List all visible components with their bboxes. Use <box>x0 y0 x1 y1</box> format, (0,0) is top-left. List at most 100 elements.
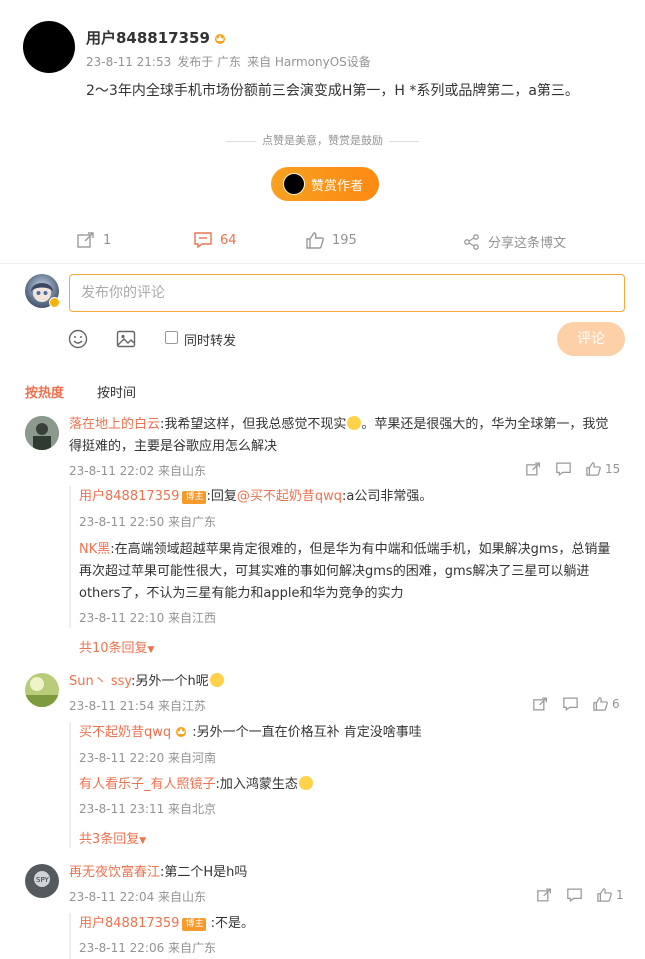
replier-name[interactable]: 用户848817359 <box>79 916 179 931</box>
sort-by-time-tab[interactable]: 按时间 <box>97 382 136 401</box>
reply-text-part: :不是。 <box>206 916 254 931</box>
replier-name[interactable]: NK黑 <box>79 542 110 557</box>
avatar[interactable] <box>25 416 59 450</box>
reply-item: 有人看乐子_有人照镜子:加入鸿蒙生态 <box>79 774 313 796</box>
laugh-emoji-icon <box>347 416 362 430</box>
reply-comment-button[interactable] <box>556 462 571 476</box>
share-label: 分享这条博文 <box>488 236 567 251</box>
avatar[interactable] <box>25 673 59 707</box>
comment-button[interactable]: 64 <box>194 232 237 248</box>
reply-item: 用户848817359 博主 :不是。 <box>79 913 254 935</box>
crown-icon <box>176 727 187 737</box>
repost-comment-button[interactable] <box>526 462 541 476</box>
comment-icon <box>556 462 571 476</box>
smile-emoji-icon <box>298 776 313 790</box>
reply-text-part: others了，不认为三星有能力和apple和华为竞争的实力 <box>79 586 404 601</box>
repost-comment-button[interactable] <box>533 697 548 711</box>
reply-text-part: :在高端领域超越苹果肯定很难的，但是华为有中端和低端手机，如果解决gms，总销量 <box>110 542 611 557</box>
comment-text-part: :另外一个h呢 <box>131 674 209 689</box>
more-replies-link[interactable]: 共10条回复▼ <box>79 637 154 656</box>
commenter-name[interactable]: 落在地上的白云 <box>69 417 160 432</box>
reply-text-part: :加入鸿蒙生态 <box>215 777 298 792</box>
post-source[interactable]: 来自 HarmonyOS设备 <box>247 55 371 69</box>
comment-input[interactable]: 发布你的评论 <box>69 274 625 312</box>
like-comment-button[interactable]: 15 <box>586 462 620 476</box>
comment-meta: 23-8-11 22:04 来自山东 <box>69 890 207 904</box>
reply-meta: 23-8-11 22:06 来自广东 <box>79 941 217 955</box>
reply-comment-button[interactable] <box>567 888 582 902</box>
repost-button[interactable]: 1 <box>77 232 111 248</box>
comment-text-part: :第二个H是h吗 <box>160 865 248 880</box>
replier-name[interactable]: 有人看乐子_有人照镜子 <box>79 777 216 792</box>
commenter-name[interactable]: Sun丶 ssy <box>69 674 131 689</box>
crown-icon <box>214 34 225 44</box>
author-badge: 博主 <box>182 491 207 504</box>
comment-text: 再无夜饮富春江:第二个H是h吗 <box>69 862 247 884</box>
emoji-icon[interactable] <box>68 329 88 349</box>
tip-label: 赞赏作者 <box>311 178 364 194</box>
author-avatar[interactable] <box>23 21 75 73</box>
tip-avatar <box>283 173 305 195</box>
comment-text: Sun丶 ssy:另外一个h呢 <box>69 671 224 693</box>
repost-checkbox[interactable] <box>165 331 178 344</box>
post-text: 2～3年内全球手机市场份额前三会演变成H第一，H *系列或品牌第二，a第三。 <box>86 83 579 99</box>
comment-icon <box>563 697 578 711</box>
repost-comment-button[interactable] <box>537 888 552 902</box>
reply-item: 买不起奶昔qwq :另外一个一直在价格互补 肯定没啥事哇 <box>79 722 422 744</box>
like-count: 6 <box>612 697 620 711</box>
commenter-name[interactable]: 再无夜饮富春江 <box>69 865 160 880</box>
like-comment-button[interactable]: 1 <box>597 888 624 902</box>
post-meta: 23-8-11 21:53 发布于 广东 来自 HarmonyOS设备 <box>86 53 377 70</box>
comment-text-part: :我希望这样，但我总感觉不现实 <box>160 417 347 432</box>
share-icon <box>464 233 479 250</box>
like-button[interactable]: 195 <box>306 232 357 249</box>
reply-thread-line <box>69 486 73 628</box>
like-count: 15 <box>605 462 621 476</box>
reply-comment-button[interactable] <box>563 697 578 711</box>
repost-icon <box>533 697 547 711</box>
repost-icon <box>537 888 551 902</box>
thumbs-up-icon <box>597 888 612 902</box>
more-replies-text: 共10条回复 <box>79 641 148 656</box>
more-replies-text: 共3条回复 <box>79 832 140 847</box>
like-comment-button[interactable]: 6 <box>593 697 620 711</box>
comment-text-part: 。苹果还是很强大的，华为全球第一，我觉 <box>361 417 609 432</box>
crying-emoji-icon <box>209 673 224 687</box>
svg-text:SPY: SPY <box>36 876 50 884</box>
author-badge: 博主 <box>182 918 207 931</box>
reply-thread-line <box>69 913 73 959</box>
comment-text: 落在地上的白云:我希望这样，但我总感觉不现实 。苹果还是很强大的，华为全球第一，我… <box>69 414 608 458</box>
reply-text-part: :另外一个一直在价格互补 肯定没啥事哇 <box>188 725 422 740</box>
more-replies-link[interactable]: 共3条回复▼ <box>79 828 146 847</box>
divider <box>0 263 645 264</box>
reply-meta: 23-8-11 22:50 来自广东 <box>79 515 217 529</box>
thumbs-up-icon <box>593 697 608 711</box>
avatar[interactable]: SPY <box>25 864 59 898</box>
reply-meta: 23-8-11 22:20 来自河南 <box>79 751 217 765</box>
thumbs-up-icon <box>586 462 601 476</box>
comment-text-part: 得挺难的，主要是谷歌应用怎么解决 <box>69 439 278 454</box>
divider <box>389 140 419 142</box>
reply-item: NK黑:在高端领域超越苹果肯定很难的，但是华为有中端和低端手机，如果解决gms，… <box>79 539 624 605</box>
comment-actions: 1 <box>522 888 624 902</box>
repost-count: 1 <box>103 232 112 248</box>
post-time: 23-8-11 21:53 <box>86 55 172 69</box>
mention-link[interactable]: @买不起奶昔qwq <box>237 489 342 504</box>
replier-name[interactable]: 用户848817359 <box>79 489 179 504</box>
share-button[interactable]: 分享这条博文 <box>464 232 566 251</box>
replier-name[interactable]: 买不起奶昔qwq <box>79 725 171 740</box>
vip-badge-icon <box>49 297 60 308</box>
image-icon[interactable] <box>116 329 136 349</box>
thumbs-up-icon <box>306 232 324 249</box>
repost-icon <box>526 462 540 476</box>
tip-author-button[interactable]: 赞赏作者 <box>271 167 379 201</box>
comment-actions: 6 <box>518 697 620 711</box>
author-name[interactable]: 用户848817359 <box>86 27 227 48</box>
sort-by-hot-tab[interactable]: 按热度 <box>25 382 64 401</box>
comment-meta: 23-8-11 21:54 来自江苏 <box>69 699 207 713</box>
submit-comment-button[interactable]: 评论 <box>557 322 625 356</box>
caret-down-icon: ▼ <box>147 645 155 655</box>
comment-meta: 23-8-11 22:02 来自山东 <box>69 464 207 478</box>
repost-icon <box>77 232 94 248</box>
comment-count: 64 <box>220 232 237 248</box>
